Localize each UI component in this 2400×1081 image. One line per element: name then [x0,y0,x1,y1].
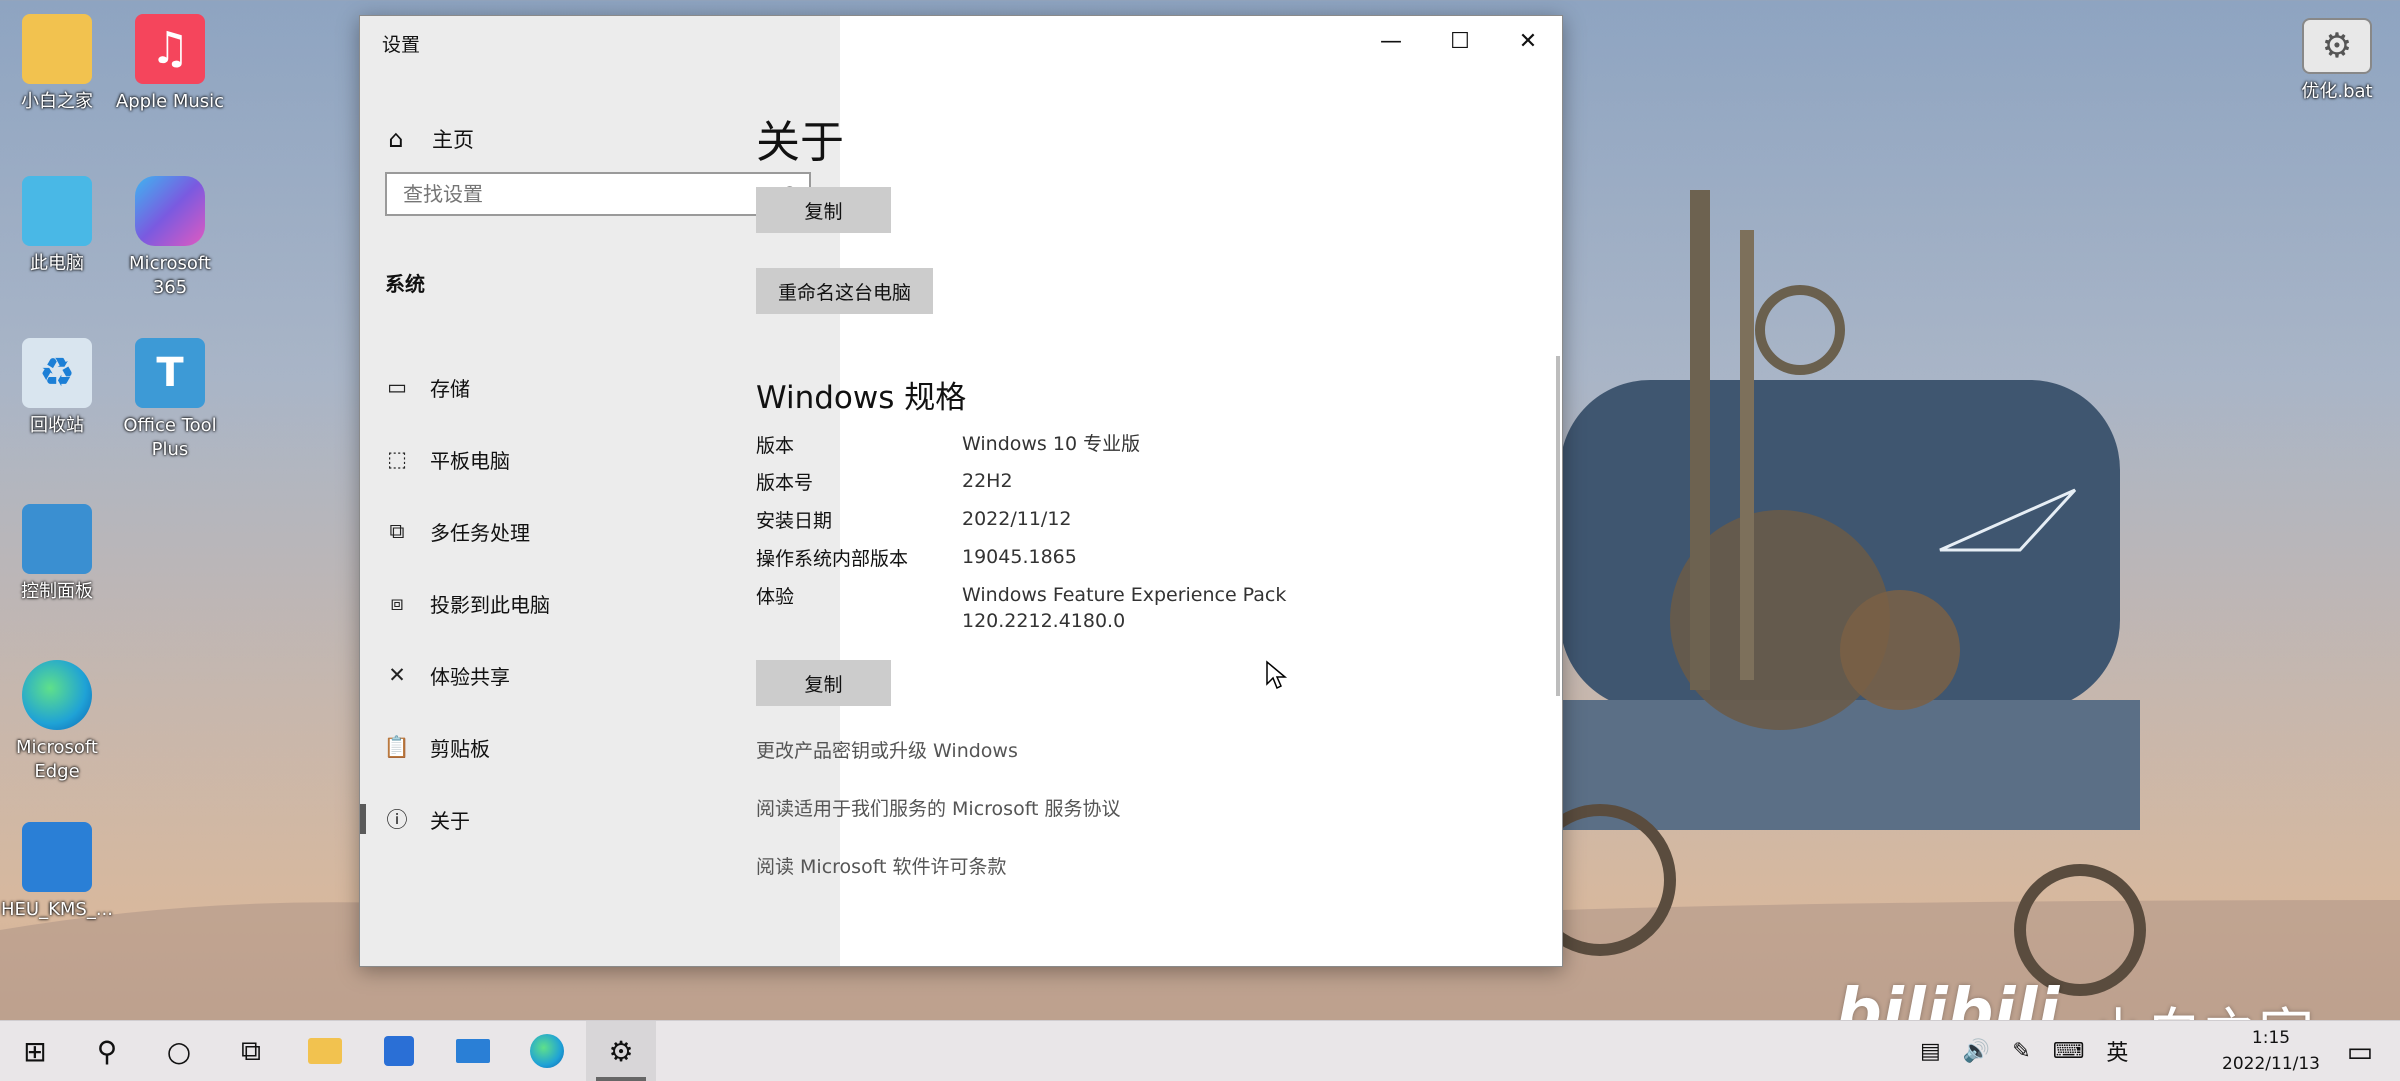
rename-pc-button[interactable]: 重命名这台电脑 [756,268,934,314]
office-tool-icon: T [135,338,205,408]
network-icon[interactable]: ▤ [1920,1039,1941,1064]
pen-icon[interactable]: ✎ [2012,1039,2030,1064]
spec-value: 22H2 [962,470,1013,492]
services-agreement-link[interactable]: 阅读适用于我们服务的 Microsoft 服务协议 [756,794,1121,821]
task-view-icon[interactable]: ⧉ [216,1021,286,1081]
spec-key: 操作系统内部版本 [756,548,909,570]
folder-icon [22,14,92,84]
desktop-icon-heu-kms[interactable]: HEU_KMS_... [0,822,117,922]
clock-date: 2022/11/13 [2222,1054,2320,1074]
spec-key: 版本号 [756,472,814,494]
home-icon: ⌂ [388,125,404,153]
search-icon[interactable]: ⚲ [72,1021,142,1081]
settings-icon[interactable]: ⚙ [586,1021,656,1081]
project-icon: ⧈ [390,590,404,615]
desktop-icon-recycle-bin[interactable]: ♻ 回收站 [0,338,117,438]
info-icon: ⓘ [386,808,408,832]
maximize-button[interactable]: ☐ [1426,16,1494,66]
edge-icon[interactable] [512,1021,582,1081]
monitor-icon [22,176,92,246]
volume-icon[interactable]: 🔊 [1963,1039,1990,1064]
copy-windows-specs-button[interactable]: 复制 [756,660,891,706]
desktop-icon-xiaobai[interactable]: 小白之家 [0,14,117,114]
share-icon: ✕ [388,663,406,687]
clock[interactable]: 1:15 2022/11/13 [2222,1025,2320,1077]
spec-value: 2022/11/12 [962,508,1072,530]
license-terms-link[interactable]: 阅读 Microsoft 软件许可条款 [756,852,1007,879]
close-button[interactable]: ✕ [1494,16,1562,66]
desktop-icon-apple-music[interactable]: ♫ Apple Music [110,14,230,114]
gear-icon: ⚙ [2302,18,2372,74]
copy-device-specs-button[interactable]: 复制 [756,187,891,233]
tablet-icon: ⬚ [387,447,407,471]
desktop-icon-optimize-bat[interactable]: ⚙ 优化.bat [2277,18,2397,104]
keyboard-icon[interactable]: ⌨ [2053,1039,2085,1064]
scrollbar[interactable] [1556,356,1560,696]
store-icon[interactable] [364,1021,434,1081]
settings-window: 设置 ⌂ 主页 ⚲ 系统 ▭ 存储 ⬚ 平板电脑 ⧉ 多任务处理 ⧈ 投影到此电… [359,15,1563,967]
heu-kms-icon [22,822,92,892]
desktop-icon-office-tool-plus[interactable]: T Office Tool Plus [110,338,230,462]
cortana-icon[interactable]: ○ [144,1021,214,1081]
home-label: 主页 [432,128,474,152]
start-icon[interactable]: ⊞ [0,1021,70,1081]
mouse-cursor-icon [1266,660,1288,690]
search-box[interactable]: ⚲ [385,172,811,216]
taskbar: ⊞ ⚲ ○ ⧉ ⚙ ▤ 🔊 ✎ ⌨ 英 1:15 2022/11/13 ▭ [0,1020,2400,1081]
notification-icon[interactable]: ▭ [2330,1021,2390,1081]
desktop-icon-control-panel[interactable]: 控制面板 [0,504,117,604]
sidebar-item-label: 多任务处理 [430,520,530,545]
section-heading: 系统 [385,272,425,296]
windows-spec-title: Windows 规格 [756,380,967,416]
music-icon: ♫ [135,14,205,84]
spec-value: 19045.1865 [962,546,1077,568]
change-product-key-link[interactable]: 更改产品密钥或升级 Windows [756,736,1018,763]
clock-time: 1:15 [2251,1028,2291,1048]
sidebar-item-label: 剪贴板 [430,736,490,761]
file-explorer-icon[interactable] [290,1021,360,1081]
sidebar-item-label: 投影到此电脑 [430,592,550,617]
mail-icon[interactable] [438,1021,508,1081]
search-input[interactable] [401,174,765,214]
sidebar-item-label: 体验共享 [430,664,510,689]
microsoft-365-icon [135,176,205,246]
sidebar-item-label: 存储 [430,376,470,401]
storage-icon: ▭ [387,375,407,399]
desktop-icon-microsoft-365[interactable]: Microsoft 365 [110,176,230,300]
desktop-icon-this-pc[interactable]: 此电脑 [0,176,117,276]
spec-key: 安装日期 [756,510,833,532]
system-tray: ▤ 🔊 ✎ ⌨ 英 [1920,1021,2128,1081]
ime-indicator[interactable]: 英 [2106,1035,2128,1067]
spec-key: 体验 [756,586,795,608]
spec-key: 版本 [756,435,795,457]
spec-value: Windows 10 专业版 [962,433,1141,455]
page-title: 关于 [756,117,844,168]
clipboard-icon: 📋 [383,734,411,759]
recycle-bin-icon: ♻ [22,338,92,408]
home-link[interactable]: ⌂ 主页 [382,124,474,154]
multitask-icon: ⧉ [389,518,405,543]
window-title: 设置 [382,34,421,56]
desktop-icon-edge[interactable]: Microsoft Edge [0,660,117,784]
sidebar-item-label: 平板电脑 [430,448,510,473]
spec-value: Windows Feature Experience Pack 120.2212… [962,584,1287,632]
minimize-button[interactable]: — [1357,16,1425,66]
control-panel-icon [22,504,92,574]
edge-icon [22,660,92,730]
sidebar-item-label: 关于 [430,808,470,833]
